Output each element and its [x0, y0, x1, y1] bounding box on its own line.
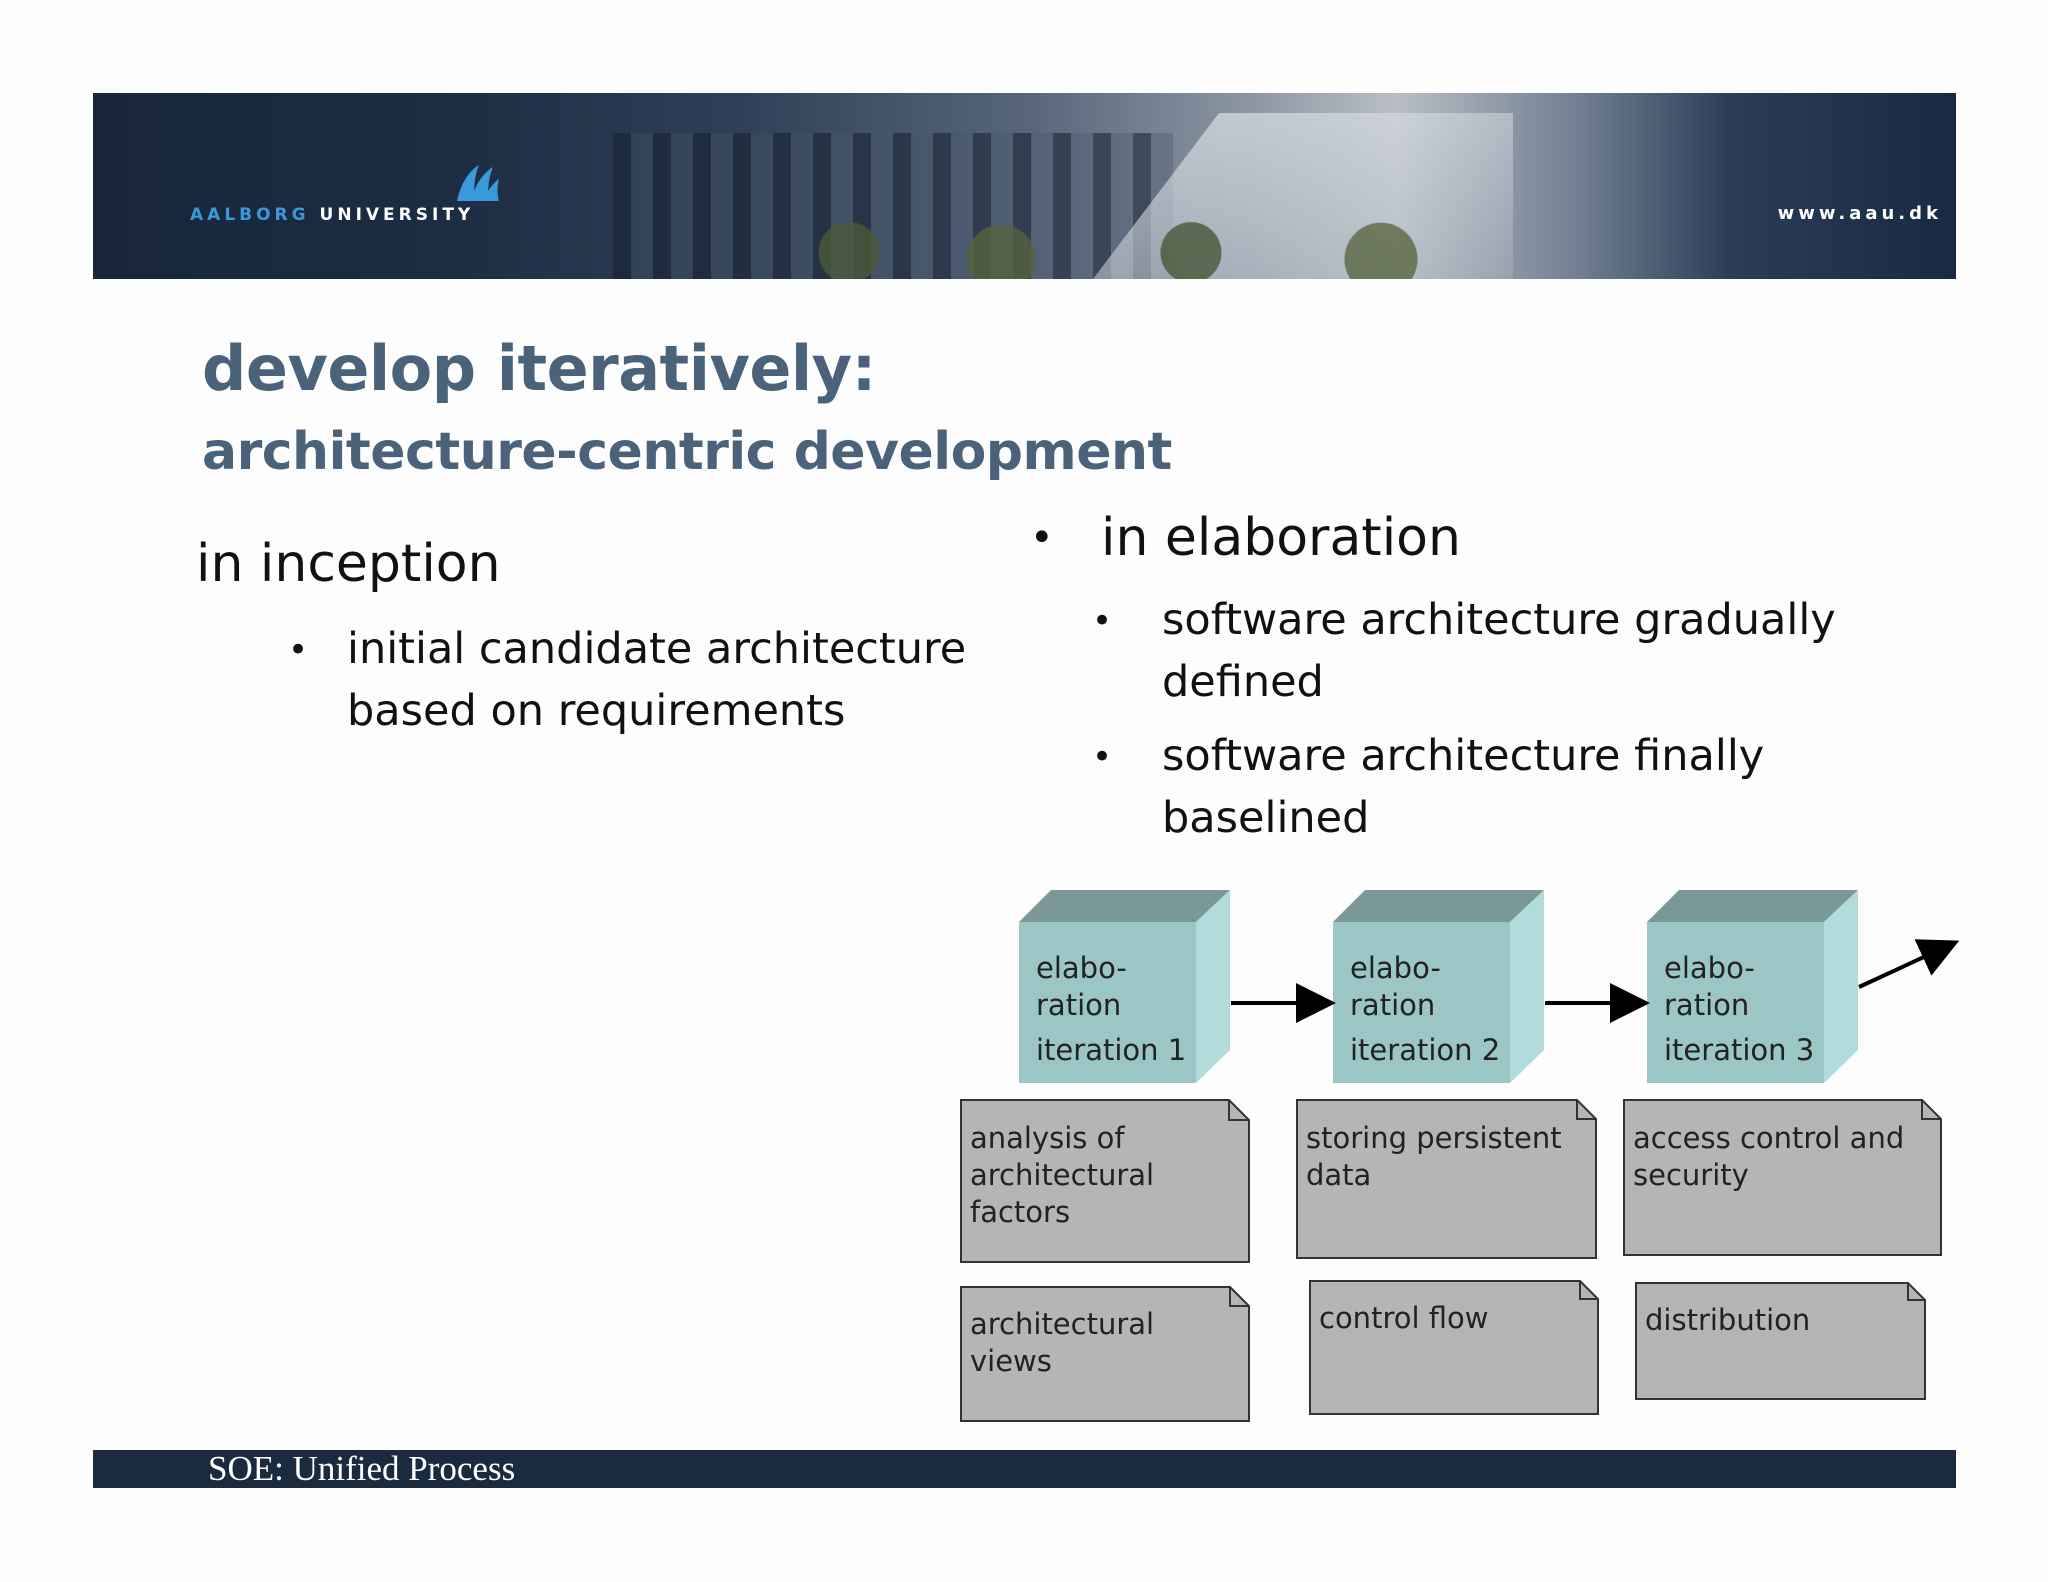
inception-heading: in inception — [196, 534, 501, 594]
footer-text: SOE: Unified Process — [208, 1449, 516, 1488]
university-name: AALBORG UNIVERSITY — [190, 205, 474, 225]
arrow-next-iteration — [1858, 939, 1960, 989]
footer-bar: SOE: Unified Process — [93, 1449, 1956, 1488]
inception-bullet-1-line-2: based on requirements — [347, 686, 846, 736]
iteration-1-label-line-2: ration — [1036, 988, 1122, 1022]
iteration-2-label-line-2: ration — [1350, 988, 1436, 1022]
iteration-1-label-line-1: elabo- — [1036, 951, 1127, 985]
slide-title: develop iteratively: — [202, 332, 876, 405]
note-row1-3-label: access control and security — [1633, 1121, 1905, 1192]
elaboration-bullet-2-line-1: software architecture finally — [1162, 731, 1765, 781]
bullet-icon: • — [1030, 515, 1054, 561]
university-url: www.aau.dk — [1777, 203, 1942, 224]
iteration-2-label-line-1: elabo- — [1350, 951, 1441, 985]
university-name-prefix: AALBORG — [190, 205, 310, 225]
inception-bullet-1-line-1: initial candidate architecture — [347, 624, 967, 674]
slide: AALBORG UNIVERSITY www.aau.dk develop it… — [0, 0, 2048, 1582]
note-row1-2-label: storing persistent data — [1306, 1121, 1562, 1192]
header-banner: AALBORG UNIVERSITY www.aau.dk — [93, 93, 1956, 279]
university-name-suffix: UNIVERSITY — [319, 205, 475, 225]
note-row2-2-label: control flow — [1319, 1301, 1489, 1335]
note-row2-3 — [1635, 1282, 1926, 1400]
bullet-icon: • — [1092, 737, 1113, 777]
iteration-1-label-line-3: iteration 1 — [1036, 1033, 1187, 1067]
bullet-icon: • — [1092, 601, 1113, 641]
note-row2-1-label: architectural views — [970, 1307, 1155, 1378]
note-row1-1-label: analysis of architectural factors — [970, 1121, 1155, 1229]
elaboration-bullet-1-line-2: defined — [1162, 657, 1324, 707]
note-row2-3-label: distribution — [1645, 1303, 1811, 1337]
slide-subtitle: architecture-centric development — [202, 422, 1172, 482]
aau-logo-icon — [457, 165, 499, 201]
elaboration-heading: in elaboration — [1101, 508, 1461, 568]
banner-trees-image — [773, 213, 1533, 279]
iteration-3-label-line-2: ration — [1664, 988, 1750, 1022]
iteration-3-label-line-3: iteration 3 — [1664, 1033, 1815, 1067]
bullet-icon: • — [288, 630, 309, 670]
iteration-3-label-line-1: elabo- — [1664, 951, 1755, 985]
elaboration-bullet-2-line-2: baselined — [1162, 793, 1370, 843]
iteration-2-label-line-3: iteration 2 — [1350, 1033, 1501, 1067]
elaboration-bullet-1-line-1: software architecture gradually — [1162, 595, 1836, 645]
